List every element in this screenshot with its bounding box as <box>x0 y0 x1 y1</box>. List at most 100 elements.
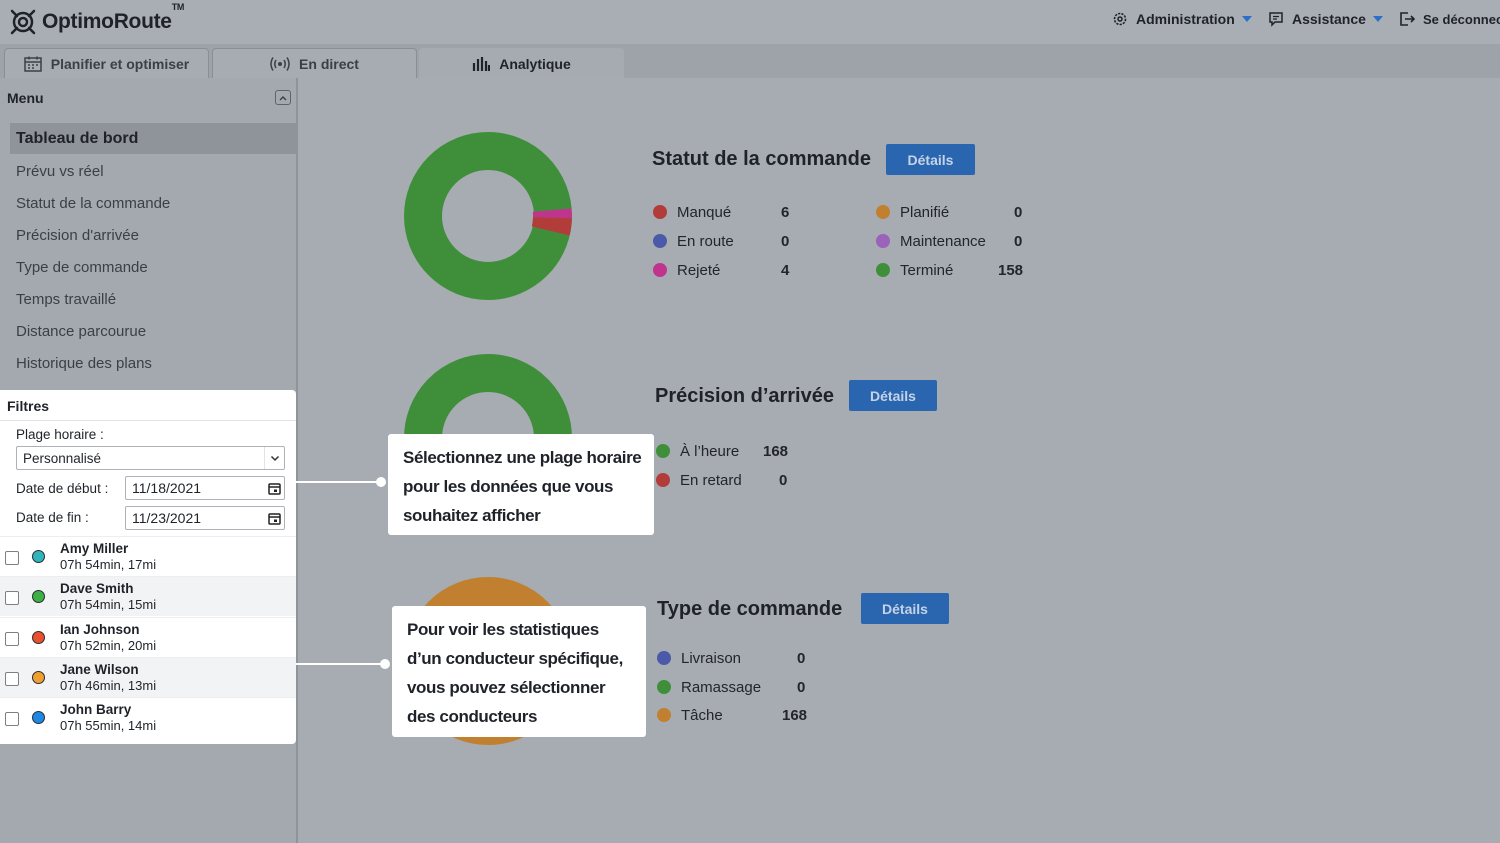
sidebar-item-historique-plans[interactable]: Historique des plans <box>10 348 297 379</box>
chevron-down-icon <box>270 455 279 461</box>
driver-row-john-barry[interactable]: John Barry 07h 55min, 14mi <box>0 697 296 737</box>
legend-dot <box>653 234 667 248</box>
start-date-label: Date de début : <box>16 481 109 496</box>
sidebar-item-tableau-de-bord[interactable]: Tableau de bord <box>10 123 297 154</box>
order-status-donut[interactable] <box>404 132 572 300</box>
legend-dot <box>657 651 671 665</box>
legend-dot <box>656 473 670 487</box>
drivers-callout: Pour voir les statistiques d’un conducte… <box>392 606 646 737</box>
sidebar-item-distance-parcourue[interactable]: Distance parcourue <box>10 316 297 347</box>
sidebar-item-precision-arrivee[interactable]: Précision d'arrivée <box>10 220 297 251</box>
chevron-down-icon <box>1241 16 1252 22</box>
driver-row-ian-johnson[interactable]: Ian Johnson 07h 52min, 20mi <box>0 617 296 657</box>
sidebar-item-temps-travaille[interactable]: Temps travaillé <box>10 284 297 315</box>
driver-checkbox[interactable] <box>5 672 19 686</box>
driver-color-dot <box>32 671 45 684</box>
time-range-callout: Sélectionnez une plage horaire pour les … <box>388 434 654 535</box>
time-range-label: Plage horaire : <box>16 427 104 442</box>
legend-value-maintenance: 0 <box>1014 233 1023 250</box>
driver-row-jane-wilson[interactable]: Jane Wilson 07h 46min, 13mi <box>0 657 296 697</box>
driver-color-dot <box>32 711 45 724</box>
order-status-details-button[interactable]: Détails <box>886 144 975 175</box>
administration-menu[interactable]: Administration <box>1112 11 1252 27</box>
driver-checkbox[interactable] <box>5 712 19 726</box>
start-date-input[interactable]: 11/18/2021 <box>125 476 285 500</box>
order-type-title: Type de commande <box>657 598 843 620</box>
bar-chart-icon <box>473 56 491 71</box>
end-date-value: 11/23/2021 <box>132 510 202 526</box>
driver-checkbox[interactable] <box>5 632 19 646</box>
filters-panel: Filtres Plage horaire : Personnalisé Dat… <box>0 390 296 744</box>
calendar-icon[interactable] <box>267 482 281 495</box>
administration-label: Administration <box>1136 11 1235 27</box>
driver-checkbox[interactable] <box>5 551 19 565</box>
menu-title: Menu <box>7 90 44 106</box>
tab-en-direct[interactable]: En direct <box>212 48 417 78</box>
legend-value-ramassage: 0 <box>797 679 806 696</box>
sidebar-item-statut-commande[interactable]: Statut de la commande <box>10 188 297 219</box>
brand-logo[interactable]: OptimoRouteTM <box>8 2 185 38</box>
legend-value-a-l-heure: 168 <box>763 443 789 460</box>
legend-dot <box>876 234 890 248</box>
tab-label: En direct <box>299 55 359 72</box>
driver-stats: 07h 52min, 20mi <box>60 638 157 653</box>
sidebar-item-type-commande[interactable]: Type de commande <box>10 252 297 283</box>
calendar-icon[interactable] <box>267 512 281 525</box>
chevron-up-icon <box>279 95 287 100</box>
legend-a-l-heure: À l’heure <box>656 441 739 461</box>
arrival-precision-title: Précision d’arrivée <box>655 385 834 407</box>
tab-planifier[interactable]: Planifier et optimiser <box>4 48 209 78</box>
legend-dot <box>656 444 670 458</box>
legend-dot <box>657 708 671 722</box>
legend-dot <box>657 680 671 694</box>
divider <box>0 420 296 421</box>
start-date-value: 11/18/2021 <box>132 480 202 496</box>
callout-connector <box>296 663 386 665</box>
sidebar-item-prevu-vs-reel[interactable]: Prévu vs réel <box>10 156 297 187</box>
brand-name: OptimoRouteTM <box>42 2 185 33</box>
legend-dot <box>876 205 890 219</box>
driver-row-amy-miller[interactable]: Amy Miller 07h 54min, 17mi <box>0 536 296 576</box>
order-status-title: Statut de la commande <box>652 148 871 170</box>
filters-title: Filtres <box>7 398 50 414</box>
legend-dot <box>653 263 667 277</box>
legend-manque: Manqué <box>653 202 731 222</box>
top-bar: OptimoRouteTM Administration Assistance … <box>0 0 1500 44</box>
chevron-down-icon <box>1372 16 1383 22</box>
legend-en-retard: En retard <box>656 470 742 490</box>
driver-row-dave-smith[interactable]: Dave Smith 07h 54min, 15mi <box>0 576 296 616</box>
legend-value-livraison: 0 <box>797 650 806 667</box>
driver-color-dot <box>32 631 45 644</box>
driver-color-dot <box>32 590 45 603</box>
legend-value-manque: 6 <box>781 204 790 221</box>
legend-value-rejete: 4 <box>781 262 790 279</box>
end-date-input[interactable]: 11/23/2021 <box>125 506 285 530</box>
tab-label: Planifier et optimiser <box>50 55 190 72</box>
end-date-label: Date de fin : <box>16 510 89 525</box>
tab-label: Analytique <box>499 55 571 72</box>
legend-value-en-route: 0 <box>781 233 790 250</box>
gear-icon <box>1113 12 1127 26</box>
legend-livraison: Livraison <box>657 648 741 668</box>
assistance-menu[interactable]: Assistance <box>1268 11 1383 27</box>
logout-link[interactable]: Se déconnect <box>1399 11 1500 27</box>
broadcast-icon <box>270 56 290 71</box>
driver-checkbox[interactable] <box>5 591 19 605</box>
collapse-menu-button[interactable] <box>275 90 291 105</box>
arrival-precision-details-button[interactable]: Détails <box>849 380 937 411</box>
legend-value-planifie: 0 <box>1014 204 1023 221</box>
driver-name: Amy Miller <box>60 541 129 556</box>
driver-color-dot <box>32 550 45 563</box>
tab-analytique[interactable]: Analytique <box>419 48 624 78</box>
legend-value-tache: 168 <box>782 707 808 724</box>
order-type-details-button[interactable]: Détails <box>861 593 949 624</box>
time-range-select[interactable]: Personnalisé <box>16 446 285 470</box>
callout-connector <box>296 481 382 483</box>
driver-name: Dave Smith <box>60 581 134 596</box>
optimoroute-logo-icon <box>10 9 36 35</box>
logout-icon <box>1400 12 1415 26</box>
legend-dot <box>653 205 667 219</box>
legend-tache: Tâche <box>657 705 723 725</box>
legend-rejete: Rejeté <box>653 260 720 280</box>
callout-connector-dot <box>380 659 390 669</box>
